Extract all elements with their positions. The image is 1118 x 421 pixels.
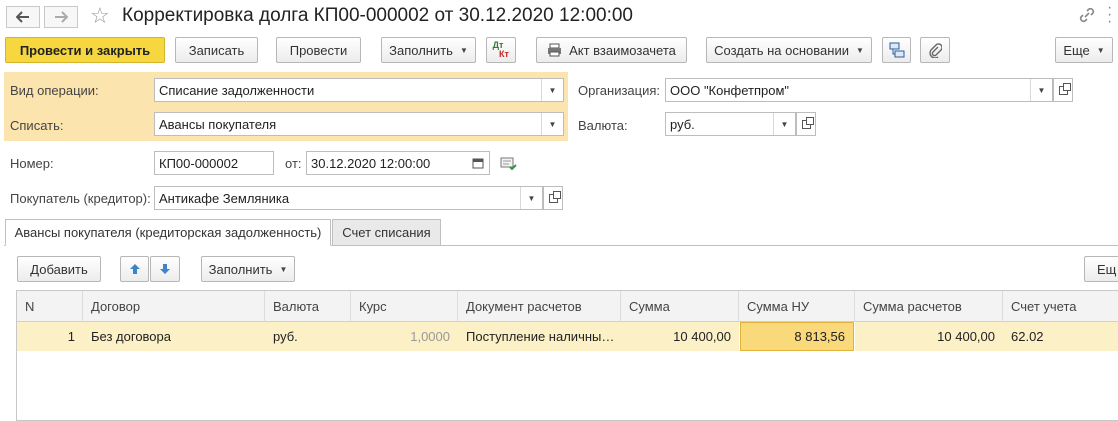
document-check-icon[interactable] — [500, 156, 518, 175]
operation-type-label: Вид операции: — [10, 83, 99, 98]
star-icon[interactable]: ☆ — [90, 3, 110, 29]
dt-kt-icon-bottom: Кт — [499, 49, 509, 59]
column-header-rate[interactable]: Курс — [351, 291, 458, 322]
structure-button[interactable] — [882, 37, 911, 63]
writeoff-label: Списать: — [10, 118, 64, 133]
writeoff-select[interactable]: Авансы покупателя ▼ — [154, 112, 564, 136]
attach-button[interactable] — [920, 37, 950, 63]
organization-open-button[interactable] — [1053, 78, 1073, 102]
table-fill-dropdown-button[interactable]: Заполнить ▼ — [201, 256, 295, 282]
number-value: КП00-000002 — [159, 155, 239, 171]
create-based-button[interactable]: Создать на основании ▼ — [706, 37, 872, 63]
date-field[interactable]: 30.12.2020 12:00:00 — [306, 151, 490, 175]
move-up-button[interactable] — [120, 256, 149, 282]
more-label: Еще — [1063, 42, 1090, 58]
chevron-down-icon: ▼ — [279, 264, 288, 274]
paperclip-icon — [928, 42, 942, 58]
buyer-select[interactable]: Антикафе Земляника ▼ — [154, 186, 543, 210]
post-and-close-button[interactable]: Провести и закрыть — [5, 37, 165, 63]
column-header-settlement-doc[interactable]: Документ расчетов — [458, 291, 621, 322]
table-fill-label: Заполнить — [208, 261, 273, 277]
arrow-right-icon — [54, 11, 68, 23]
writeoff-value: Авансы покупателя — [159, 116, 277, 132]
arrow-left-icon — [16, 11, 30, 23]
table-cell-settlement-doc[interactable]: Поступление наличны… — [458, 322, 621, 351]
operation-type-select[interactable]: Списание задолженности ▼ — [154, 78, 564, 102]
more-button[interactable]: Еще ▼ — [1055, 37, 1113, 63]
chevron-down-icon[interactable]: ▼ — [541, 113, 563, 135]
organization-select[interactable]: ООО "Конфетпром" ▼ — [665, 78, 1053, 102]
table-cell-n[interactable]: 1 — [17, 322, 83, 351]
add-row-button[interactable]: Добавить — [17, 256, 101, 282]
table-cell-contract[interactable]: Без договора — [83, 322, 265, 351]
buyer-value: Антикафе Земляника — [159, 190, 290, 206]
table-more-button[interactable]: Ещ — [1084, 256, 1118, 282]
column-header-contract[interactable]: Договор — [83, 291, 265, 322]
organization-label: Организация: — [578, 83, 661, 98]
chevron-down-icon[interactable]: ▼ — [541, 79, 563, 101]
structure-icon — [889, 42, 905, 58]
open-window-icon — [801, 116, 814, 129]
move-down-button[interactable] — [150, 256, 180, 282]
column-header-settlement-amount[interactable]: Сумма расчетов — [855, 291, 1003, 322]
advances-table[interactable]: N Договор Валюта Курс Документ расчетов … — [16, 290, 1118, 421]
date-value: 30.12.2020 12:00:00 — [311, 155, 431, 171]
table-cell-amount-nu[interactable]: 8 813,56 — [740, 322, 854, 351]
currency-select[interactable]: руб. ▼ — [665, 112, 796, 136]
page-title: Корректировка долга КП00-000002 от 30.12… — [122, 5, 633, 26]
tab-writeoff-account[interactable]: Счет списания — [332, 219, 441, 246]
tab-buyer-advances[interactable]: Авансы покупателя (кредиторская задолжен… — [5, 219, 331, 246]
fill-label: Заполнить — [389, 42, 453, 58]
arrow-up-icon — [129, 263, 141, 275]
currency-value: руб. — [670, 116, 695, 132]
chevron-down-icon[interactable]: ▼ — [1030, 79, 1052, 101]
currency-label: Валюта: — [578, 118, 628, 133]
table-cell-amount[interactable]: 10 400,00 — [621, 322, 739, 351]
arrow-down-icon — [159, 263, 171, 275]
table-cell-rate[interactable]: 1,0000 — [351, 322, 458, 351]
buyer-open-button[interactable] — [543, 186, 563, 210]
chevron-down-icon: ▼ — [1096, 45, 1105, 55]
number-field[interactable]: КП00-000002 — [154, 151, 274, 175]
act-print-button[interactable]: Акт взаимозачета — [536, 37, 687, 63]
chevron-down-icon[interactable]: ▼ — [520, 187, 542, 209]
table-cell-settlement-amount[interactable]: 10 400,00 — [855, 322, 1003, 351]
open-window-icon — [1058, 82, 1071, 95]
open-window-icon — [548, 190, 561, 203]
chevron-down-icon: ▼ — [459, 45, 468, 55]
buyer-label: Покупатель (кредитор): — [10, 191, 151, 206]
link-icon[interactable] — [1078, 6, 1096, 27]
organization-value: ООО "Конфетпром" — [670, 82, 790, 98]
operation-type-value: Списание задолженности — [159, 82, 315, 98]
fill-dropdown-button[interactable]: Заполнить ▼ — [381, 37, 476, 63]
chevron-down-icon: ▼ — [855, 45, 864, 55]
calendar-icon[interactable] — [467, 152, 489, 174]
forward-button[interactable] — [44, 6, 78, 28]
column-header-n[interactable]: N — [17, 291, 83, 322]
column-header-account[interactable]: Счет учета — [1003, 291, 1118, 322]
number-label: Номер: — [10, 156, 54, 171]
currency-open-button[interactable] — [796, 112, 816, 136]
vertical-dots-icon[interactable]: · · · — [1107, 0, 1112, 30]
back-button[interactable] — [6, 6, 40, 28]
printer-icon — [547, 43, 562, 57]
column-header-currency[interactable]: Валюта — [265, 291, 351, 322]
save-button[interactable]: Записать — [175, 37, 258, 63]
chevron-down-icon[interactable]: ▼ — [773, 113, 795, 135]
column-header-amount-nu[interactable]: Сумма НУ — [739, 291, 855, 322]
act-label: Акт взаимозачета — [569, 42, 676, 58]
post-button[interactable]: Провести — [276, 37, 361, 63]
table-cell-account[interactable]: 62.02 — [1003, 322, 1118, 351]
table-cell-currency[interactable]: руб. — [265, 322, 351, 351]
create-based-label: Создать на основании — [714, 42, 849, 58]
date-label: от: — [285, 156, 302, 171]
dt-kt-button[interactable]: Дт Кт — [486, 37, 516, 63]
column-header-amount[interactable]: Сумма — [621, 291, 739, 322]
